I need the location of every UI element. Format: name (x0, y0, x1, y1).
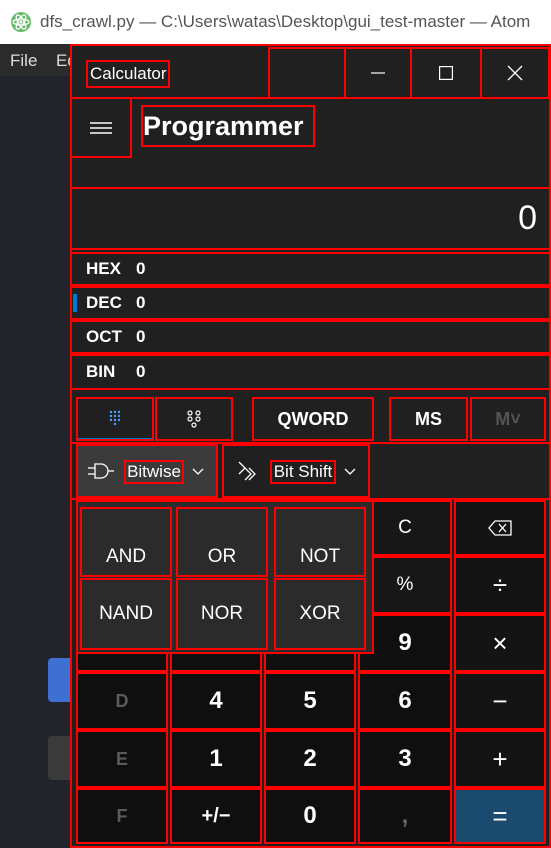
key-1[interactable]: 1 (170, 730, 262, 788)
bitwise-and[interactable]: AND (80, 507, 172, 577)
atom-side-button-blue[interactable] (48, 658, 70, 702)
hamburger-icon (90, 121, 112, 134)
titlebar-drag-region (268, 47, 346, 99)
atom-logo-icon (11, 12, 31, 32)
bitwise-or[interactable]: OR (176, 507, 268, 577)
key-4[interactable]: 4 (170, 672, 262, 730)
word-size-button[interactable]: QWORD (252, 397, 374, 441)
logic-gate-icon (88, 463, 114, 479)
memory-recall-button[interactable]: M˅ (470, 397, 546, 441)
bitwise-nor[interactable]: NOR (176, 578, 268, 650)
mode-title: Programmer (141, 105, 315, 147)
maximize-button[interactable] (410, 47, 482, 99)
key-0[interactable]: 0 (264, 788, 356, 844)
key-negate[interactable]: +/− (170, 788, 262, 844)
chevron-down-icon (344, 468, 356, 475)
key-divide[interactable]: ÷ (454, 556, 546, 614)
key-equals[interactable]: = (454, 788, 546, 844)
bitwise-nand[interactable]: NAND (80, 578, 172, 650)
display-value: 0 (70, 187, 551, 250)
bitshift-label: Bit Shift (270, 460, 336, 484)
key-2[interactable]: 2 (264, 730, 356, 788)
key-backspace[interactable] (454, 500, 546, 556)
radix-dec[interactable]: DEC 0 (70, 286, 551, 320)
radix-value: 0 (136, 327, 146, 346)
close-icon (507, 65, 523, 81)
key-minus[interactable]: − (454, 672, 546, 730)
radix-label: DEC (86, 293, 122, 312)
bit-toggling-keypad-tab[interactable] (155, 397, 233, 441)
bitwise-dropdown[interactable]: Bitwise (76, 444, 218, 498)
radix-label: BIN (86, 362, 116, 381)
radix-value: 0 (136, 259, 146, 278)
atom-editor-side (0, 76, 70, 848)
memory-store-button[interactable]: MS (389, 397, 468, 441)
close-button[interactable] (480, 47, 550, 99)
bitwise-xor[interactable]: XOR (274, 578, 366, 650)
bit-shift-icon (238, 461, 256, 481)
minimize-button[interactable] (344, 47, 412, 99)
key-decimal[interactable]: , (358, 788, 452, 844)
radix-label: HEX (86, 259, 121, 278)
app-title: Calculator (86, 60, 170, 88)
key-e[interactable]: E (76, 730, 168, 788)
minimize-icon (371, 72, 385, 74)
key-5[interactable]: 5 (264, 672, 356, 730)
radix-selected-indicator (73, 294, 77, 312)
radix-label: OCT (86, 327, 122, 346)
key-plus[interactable]: + (454, 730, 546, 788)
backspace-icon (488, 520, 512, 536)
key-3[interactable]: 3 (358, 730, 452, 788)
bitwise-label: Bitwise (124, 460, 184, 484)
radix-bin[interactable]: BIN 0 (70, 354, 551, 390)
bitwise-not[interactable]: NOT (274, 507, 366, 577)
atom-side-button-gray[interactable] (48, 736, 70, 780)
radix-value: 0 (136, 362, 146, 381)
maximize-icon (439, 66, 453, 80)
key-multiply[interactable]: × (454, 614, 546, 672)
radix-value: 0 (136, 293, 146, 312)
atom-titlebar: dfs_crawl.py — C:\Users\watas\Desktop\gu… (0, 0, 551, 44)
keypad-icon (109, 410, 121, 425)
key-d[interactable]: D (76, 672, 168, 730)
atom-menu-file[interactable]: File (10, 51, 37, 71)
atom-window-title: dfs_crawl.py — C:\Users\watas\Desktop\gu… (40, 12, 531, 31)
bitshift-dropdown[interactable]: Bit Shift (222, 444, 370, 498)
key-6[interactable]: 6 (358, 672, 452, 730)
full-keypad-tab[interactable] (76, 397, 154, 441)
radix-oct[interactable]: OCT 0 (70, 320, 551, 354)
atom-menubar: File Ed (0, 44, 77, 76)
radix-hex[interactable]: HEX 0 (70, 252, 551, 286)
chevron-down-icon (192, 468, 204, 475)
bit-toggle-icon (187, 410, 201, 428)
key-f[interactable]: F (76, 788, 168, 844)
navigation-menu-button[interactable] (70, 97, 132, 158)
